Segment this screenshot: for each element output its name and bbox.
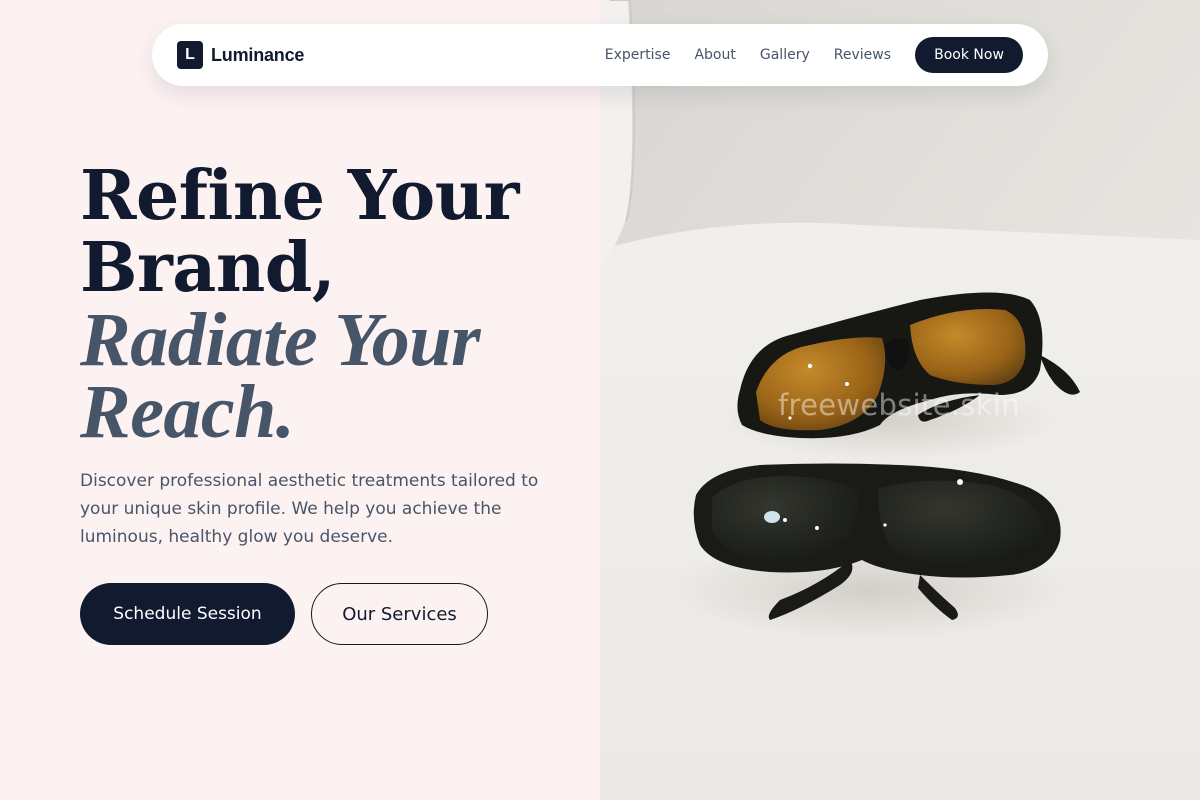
headline-line-3: Radiate Your xyxy=(80,298,481,382)
headline-line-1: Refine Your xyxy=(80,156,520,236)
hero-headline: Refine Your Brand, Radiate Your Reach. xyxy=(80,156,580,454)
our-services-button[interactable]: Our Services xyxy=(311,583,488,645)
hero-description: Discover professional aesthetic treatmen… xyxy=(80,471,539,547)
hero-left-panel: Refine Your Brand, Radiate Your Reach. D… xyxy=(0,0,600,800)
brand-name: Luminance xyxy=(211,44,305,65)
goggles-photo xyxy=(600,0,1200,800)
headline-line-2: Brand, xyxy=(80,228,336,308)
brand[interactable]: L Luminance xyxy=(177,41,304,69)
hero-image: freewebsite.skin xyxy=(600,0,1200,800)
headline-line-4: Reach. xyxy=(80,370,295,454)
nav-link-gallery[interactable]: Gallery xyxy=(760,47,810,63)
nav-link-expertise[interactable]: Expertise xyxy=(605,47,671,63)
book-now-button[interactable]: Book Now xyxy=(915,37,1023,73)
nav-link-about[interactable]: About xyxy=(694,47,735,63)
page: Refine Your Brand, Radiate Your Reach. D… xyxy=(0,0,1200,800)
schedule-session-button[interactable]: Schedule Session xyxy=(80,583,295,645)
nav-link-reviews[interactable]: Reviews xyxy=(834,47,891,63)
top-navigation: L Luminance Expertise About Gallery Revi… xyxy=(152,24,1048,86)
hero-cta-row: Schedule Session Our Services xyxy=(80,583,488,645)
logo-icon: L xyxy=(177,41,203,69)
nav-links: Expertise About Gallery Reviews Book Now xyxy=(605,37,1023,73)
